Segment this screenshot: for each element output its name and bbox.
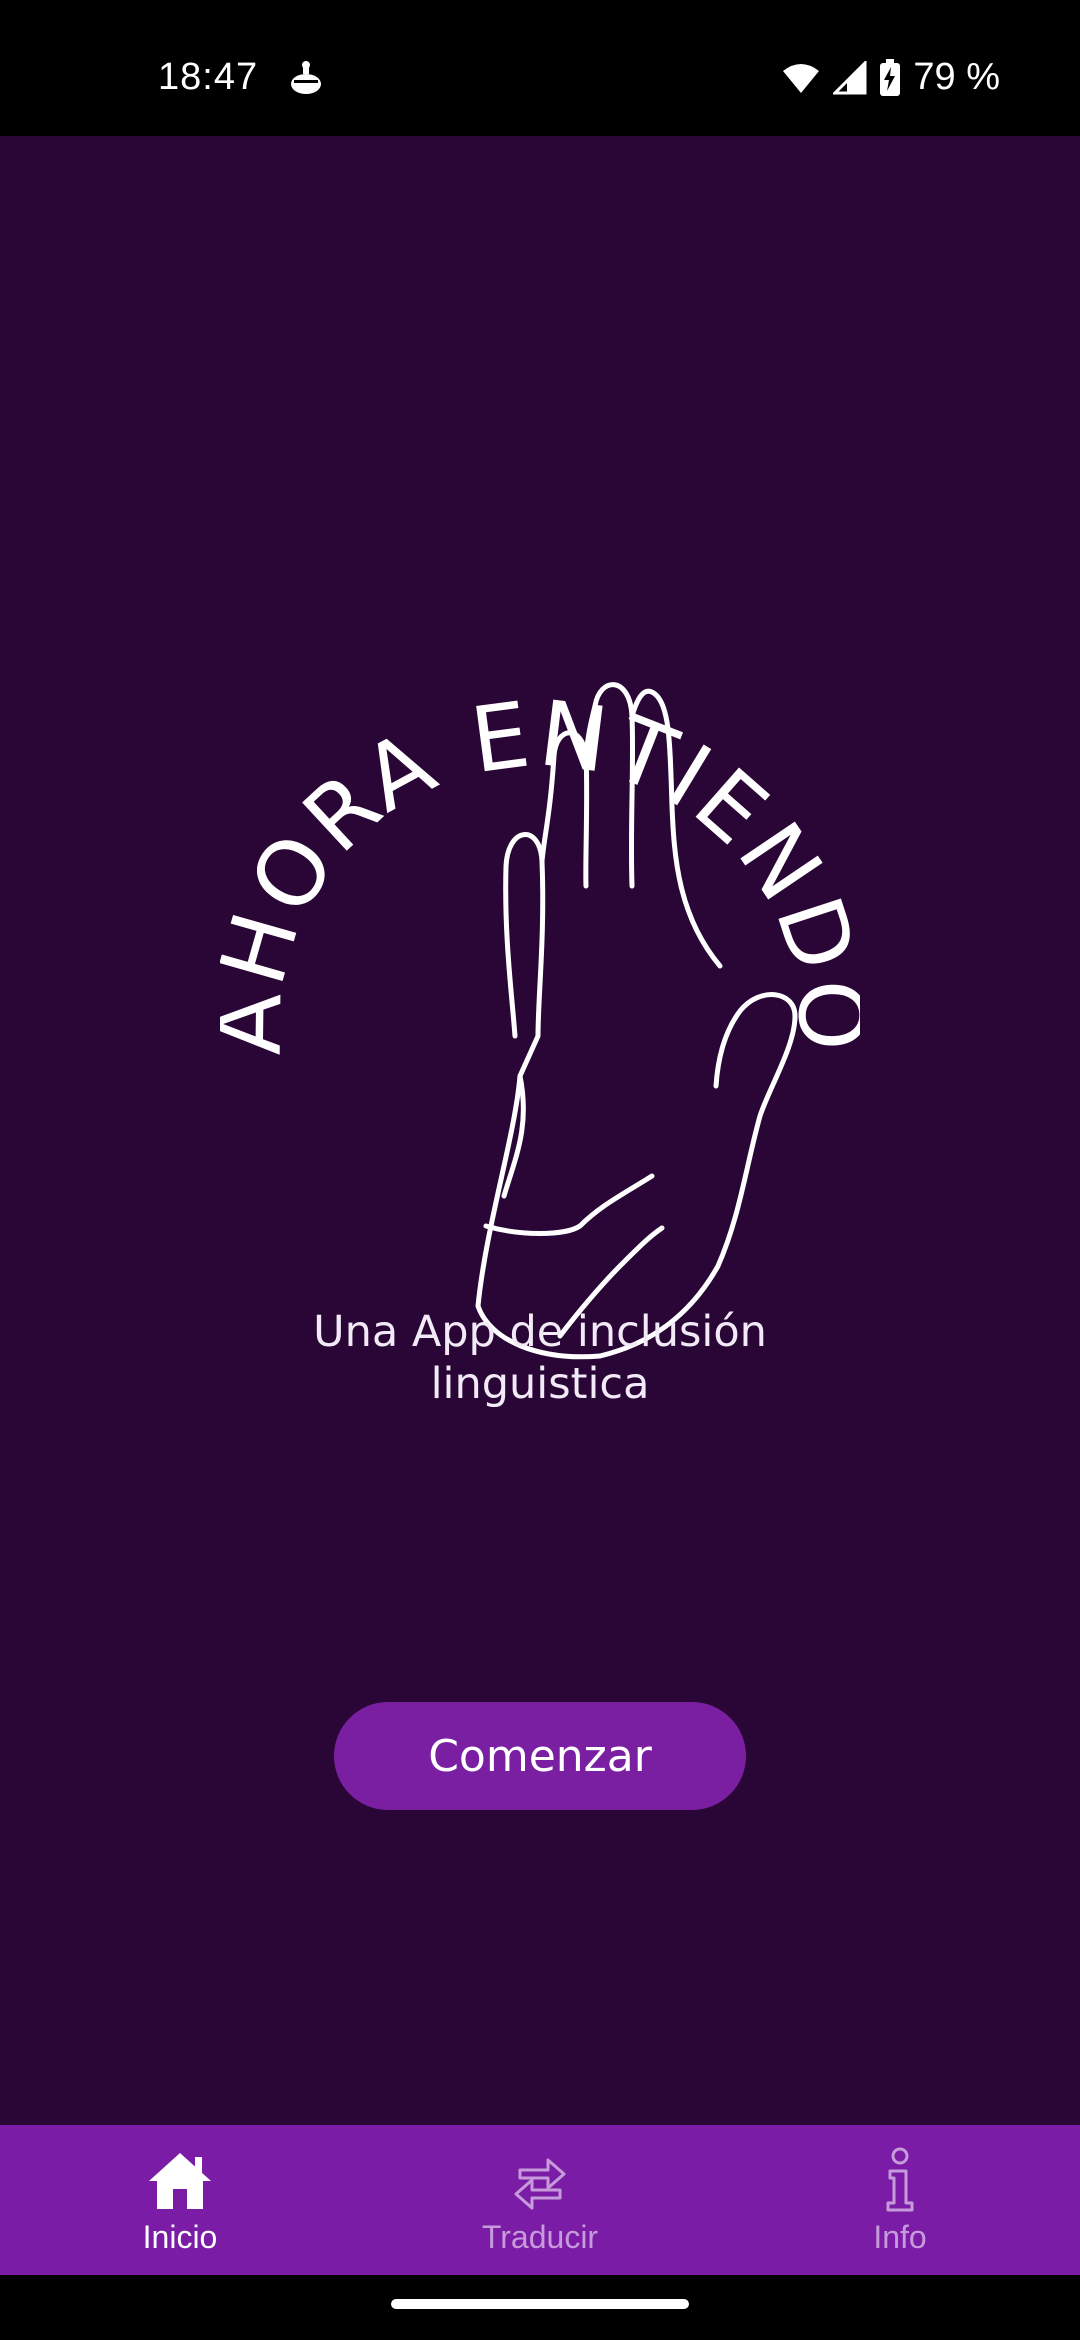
- start-button[interactable]: Comenzar: [334, 1702, 746, 1810]
- status-bar: 18:47 79 %: [0, 0, 1080, 136]
- nav-item-info[interactable]: Info: [720, 2125, 1080, 2275]
- gesture-handle[interactable]: [391, 2299, 689, 2309]
- gesture-area: [0, 2275, 1080, 2340]
- info-icon: [865, 2145, 935, 2215]
- nav-label-traducir: Traducir: [481, 2218, 599, 2255]
- battery-percent: 79 %: [913, 56, 1000, 98]
- nav-item-inicio[interactable]: Inicio: [0, 2125, 360, 2275]
- status-time: 18:47: [158, 56, 259, 98]
- signal-icon: [833, 60, 867, 94]
- tagline: Una App de inclusión linguistica: [0, 1306, 1080, 1410]
- notification-icon: [291, 61, 321, 94]
- battery-charging-icon: [880, 58, 901, 96]
- home-screen: AHORA ENTIENDO Una App de inclusión ling…: [0, 136, 1080, 2125]
- swap-arrows-icon: [505, 2145, 575, 2215]
- nav-label-info: Info: [873, 2218, 927, 2255]
- nav-item-traducir[interactable]: Traducir: [360, 2125, 720, 2275]
- app-logo: AHORA ENTIENDO: [220, 681, 860, 1360]
- tagline-line-1: Una App de inclusión: [313, 1307, 767, 1357]
- wifi-icon: [783, 63, 820, 93]
- status-icons: 79 %: [781, 56, 1000, 99]
- bottom-nav: Inicio Traducir Info: [0, 2125, 1080, 2275]
- home-icon: [145, 2145, 215, 2215]
- tagline-line-2: linguistica: [430, 1359, 650, 1409]
- nav-label-inicio: Inicio: [142, 2218, 218, 2255]
